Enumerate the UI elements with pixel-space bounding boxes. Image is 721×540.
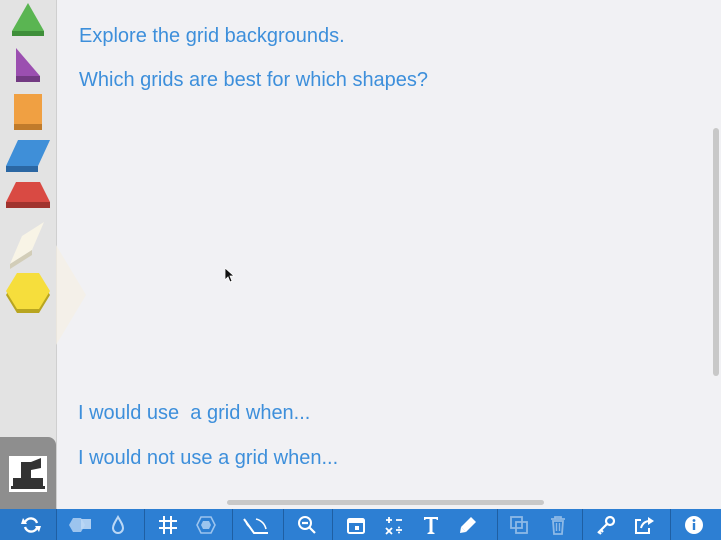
hexagon-grid-icon[interactable] xyxy=(188,509,224,540)
color-drop-icon[interactable] xyxy=(100,509,136,540)
refresh-icon[interactable] xyxy=(13,509,49,540)
yellow-hexagon-shape[interactable] xyxy=(0,273,56,321)
stamp-icon[interactable] xyxy=(9,456,47,492)
trash-icon[interactable] xyxy=(540,509,576,540)
prompt-line-1[interactable]: Explore the grid backgrounds. xyxy=(79,25,345,48)
grid-icon[interactable] xyxy=(150,509,186,540)
red-trapezoid-shape[interactable] xyxy=(0,182,56,212)
answer-line-1[interactable]: I would use a grid when... xyxy=(78,402,310,425)
blue-rhombus-shape[interactable] xyxy=(0,140,56,174)
text-icon[interactable] xyxy=(413,509,449,540)
answer-line-2[interactable]: I would not use a grid when... xyxy=(78,447,338,470)
bottom-toolbar xyxy=(0,509,721,540)
angle-icon[interactable] xyxy=(238,509,274,540)
share-icon[interactable] xyxy=(626,509,662,540)
zoom-out-icon[interactable] xyxy=(289,509,325,540)
highlighter-icon[interactable] xyxy=(450,509,486,540)
shape-palette xyxy=(0,0,57,509)
math-operations-icon[interactable] xyxy=(376,509,412,540)
vertical-scrollbar[interactable] xyxy=(713,128,719,376)
calendar-icon[interactable] xyxy=(338,509,374,540)
shapes-icon[interactable] xyxy=(62,509,98,540)
mouse-cursor-icon xyxy=(225,268,235,283)
ghost-shape xyxy=(56,245,86,345)
horizontal-scrollbar[interactable] xyxy=(227,500,544,505)
prompt-line-2[interactable]: Which grids are best for which shapes? xyxy=(79,69,428,92)
duplicate-icon[interactable] xyxy=(501,509,537,540)
green-triangle-shape[interactable] xyxy=(0,3,56,37)
key-icon[interactable] xyxy=(588,509,624,540)
info-icon[interactable] xyxy=(676,509,712,540)
tan-rhombus-shape[interactable] xyxy=(0,220,56,270)
purple-triangle-shape[interactable] xyxy=(0,48,56,84)
orange-square-shape[interactable] xyxy=(0,94,56,132)
